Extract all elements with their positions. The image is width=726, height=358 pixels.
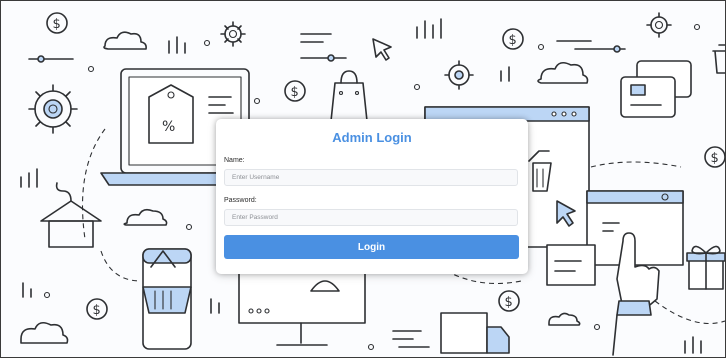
dollar-icon: $: [498, 290, 520, 312]
gift-icon: [686, 245, 725, 290]
monitor-icon: [238, 272, 366, 346]
bars-decoration: [168, 36, 186, 54]
cursor-arrow-icon: [372, 38, 392, 61]
cloud-icon: [123, 208, 168, 226]
list-window-icon: [546, 244, 596, 286]
svg-text:$: $: [509, 33, 517, 48]
admin-login-card: Admin Login Name: Password: Login: [216, 119, 528, 274]
login-title: Admin Login: [332, 130, 412, 145]
dollar-icon: $: [502, 28, 524, 50]
name-label: Name:: [224, 157, 245, 164]
svg-text:$: $: [505, 295, 513, 310]
clothes-hanger-icon: [40, 182, 102, 248]
cloud-icon: [20, 321, 69, 344]
slider-decoration: [28, 55, 74, 63]
cloud-icon: [537, 61, 589, 84]
slider-decoration: [300, 33, 347, 62]
dollar-icon: $: [704, 146, 725, 168]
password-input[interactable]: [224, 209, 518, 226]
cloud-icon: [548, 312, 581, 326]
svg-text:%: %: [162, 119, 175, 135]
username-input[interactable]: [224, 169, 518, 186]
bars-decoration: [416, 18, 442, 39]
trash-icon: [712, 44, 725, 74]
svg-text:$: $: [53, 17, 61, 32]
dollar-icon: $: [86, 298, 108, 320]
dollar-icon: $: [46, 12, 68, 34]
gear-icon: [444, 60, 474, 90]
credit-card-icon: [620, 60, 692, 118]
gear-icon: [28, 84, 78, 134]
bars-decoration: [20, 168, 38, 188]
slider-decoration: [556, 40, 626, 53]
shopping-bag-icon: [330, 70, 368, 122]
text-lines-decoration: [392, 330, 430, 348]
gear-icon: [220, 21, 246, 47]
gear-icon: [646, 12, 672, 38]
delivery-box-icon: [440, 312, 510, 354]
dollar-icon: $: [284, 80, 306, 102]
svg-text:$: $: [291, 85, 299, 100]
login-button[interactable]: Login: [224, 235, 519, 259]
background-frame: $ $ % $ $ $ $ Admin Login Name: Enter Us…: [0, 0, 726, 358]
svg-text:$: $: [711, 151, 719, 166]
svg-text:$: $: [93, 303, 101, 318]
bars-decoration: [684, 336, 702, 354]
password-label: Password:: [224, 197, 257, 204]
cloud-icon: [103, 31, 147, 50]
